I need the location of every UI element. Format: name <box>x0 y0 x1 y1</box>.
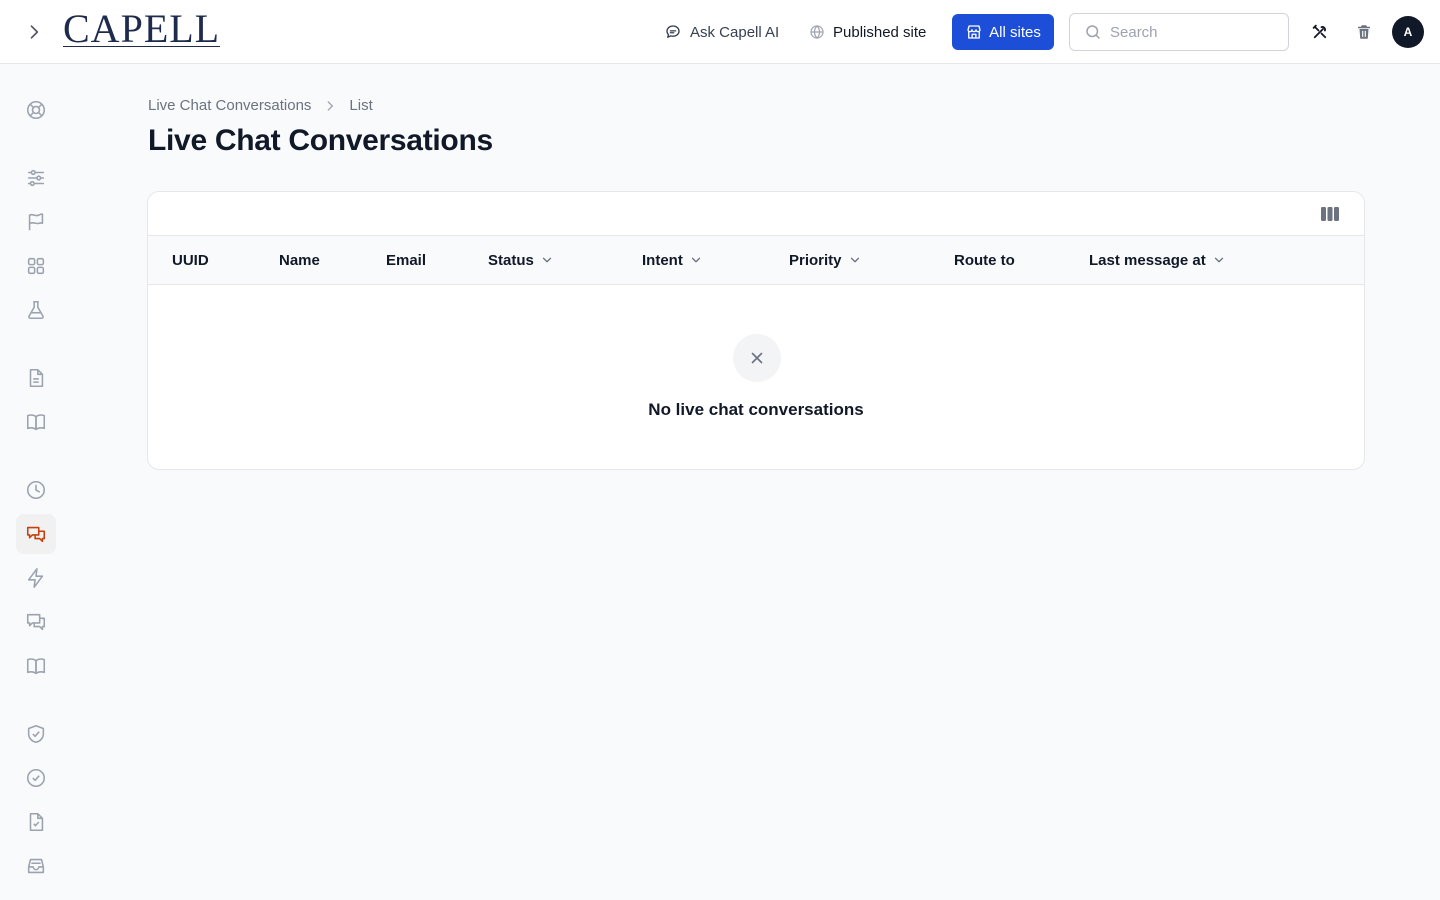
chevron-down-icon <box>542 257 551 263</box>
sidebar-item-knowledge-base[interactable] <box>16 646 56 686</box>
column-header-name: Name <box>279 236 320 284</box>
column-header-label: UUID <box>172 251 209 269</box>
search-input[interactable] <box>1110 23 1270 41</box>
chevron-down-icon <box>691 257 700 263</box>
sidebar-item-flags[interactable] <box>16 202 56 242</box>
sidebar-item-approvals[interactable] <box>16 758 56 798</box>
chevron-down-icon <box>850 257 859 263</box>
table-toolbar <box>148 192 1364 236</box>
all-sites-label: All sites <box>989 23 1041 41</box>
column-header-intent[interactable]: Intent <box>642 236 703 284</box>
logo-text: CAPELL <box>63 6 221 51</box>
sidebar-item-docs[interactable] <box>16 402 56 442</box>
column-header-label: Status <box>488 251 534 269</box>
sidebar-item-live-chat[interactable] <box>16 514 56 554</box>
column-header-last-message-at[interactable]: Last message at <box>1089 236 1226 284</box>
chevron-right-icon <box>328 100 334 111</box>
close-icon <box>751 352 763 364</box>
clock-icon <box>26 480 46 500</box>
document-check-icon <box>29 812 44 832</box>
column-header-route-to: Route to <box>954 236 1015 284</box>
sidebar-item-experiments[interactable] <box>16 290 56 330</box>
column-header-label: Priority <box>789 251 842 269</box>
grid-icon <box>27 257 45 275</box>
sidebar-item-apps[interactable] <box>16 246 56 286</box>
inbox-icon <box>27 858 45 874</box>
sidebar <box>0 65 72 900</box>
bolt-icon <box>27 568 44 588</box>
sliders-icon <box>27 169 45 187</box>
all-sites-button[interactable]: All sites <box>952 14 1054 50</box>
flag-icon <box>28 213 44 231</box>
breadcrumb-current: List <box>349 97 373 114</box>
ask-ai-button[interactable]: Ask Capell AI <box>664 20 779 44</box>
logo-underline <box>63 45 221 47</box>
column-header-priority[interactable]: Priority <box>789 236 862 284</box>
empty-state-icon <box>733 334 781 382</box>
avatar-initial: A <box>1403 25 1413 39</box>
breadcrumb-parent-link[interactable]: Live Chat Conversations <box>148 97 311 114</box>
expand-sidebar-button[interactable] <box>22 20 46 44</box>
document-icon <box>29 368 44 388</box>
sidebar-item-reviews[interactable] <box>16 802 56 842</box>
book-open-icon <box>26 658 46 675</box>
storefront-icon <box>967 25 981 39</box>
breadcrumb: Live Chat Conversations List <box>148 97 373 114</box>
globe-icon <box>810 25 824 39</box>
chevron-right-icon <box>30 25 39 39</box>
sidebar-item-pages[interactable] <box>16 358 56 398</box>
column-toggle-button[interactable] <box>1320 204 1340 224</box>
published-site-label: Published site <box>833 23 927 41</box>
trash-button[interactable] <box>1352 20 1376 44</box>
column-header-uuid: UUID <box>172 236 209 284</box>
sidebar-item-support[interactable] <box>16 90 56 130</box>
sidebar-item-inbox[interactable] <box>16 846 56 886</box>
column-header-label: Last message at <box>1089 251 1206 269</box>
columns-icon <box>1321 207 1339 221</box>
table-header: UUID Name Email Status Intent Priority R… <box>148 236 1364 285</box>
column-header-label: Email <box>386 251 427 269</box>
check-circle-icon <box>26 768 46 788</box>
book-icon <box>26 414 46 431</box>
empty-state-message: No live chat conversations <box>648 400 864 419</box>
published-site-link[interactable]: Published site <box>809 20 926 44</box>
user-avatar[interactable]: A <box>1392 16 1424 48</box>
sidebar-item-history[interactable] <box>16 470 56 510</box>
top-bar: CAPELL Ask Capell AI Published site All … <box>0 0 1440 64</box>
column-header-status[interactable]: Status <box>488 236 554 284</box>
lifebuoy-icon <box>26 100 46 120</box>
search-icon <box>1086 25 1100 39</box>
chat-icon <box>666 25 680 38</box>
sidebar-item-settings[interactable] <box>16 158 56 198</box>
sidebar-item-security[interactable] <box>16 714 56 754</box>
ask-ai-label: Ask Capell AI <box>690 23 780 41</box>
brand-logo[interactable]: CAPELL <box>63 6 221 51</box>
wrench-screwdriver-icon <box>1312 24 1327 39</box>
column-header-label: Name <box>279 251 320 269</box>
sidebar-item-messages[interactable] <box>16 602 56 642</box>
tools-button[interactable] <box>1308 20 1332 44</box>
global-search[interactable] <box>1069 13 1289 51</box>
chevron-down-icon <box>1214 257 1223 263</box>
trash-icon <box>1358 25 1370 39</box>
chat-bubbles-icon <box>26 613 46 631</box>
column-header-email: Email <box>386 236 426 284</box>
page-title: Live Chat Conversations <box>148 124 493 157</box>
conversations-table: UUID Name Email Status Intent Priority R… <box>147 191 1365 470</box>
column-header-label: Route to <box>954 251 1015 269</box>
shield-check-icon <box>27 724 45 744</box>
flask-icon <box>28 300 44 320</box>
column-header-label: Intent <box>642 251 683 269</box>
chat-icon <box>26 526 46 543</box>
sidebar-item-automations[interactable] <box>16 558 56 598</box>
